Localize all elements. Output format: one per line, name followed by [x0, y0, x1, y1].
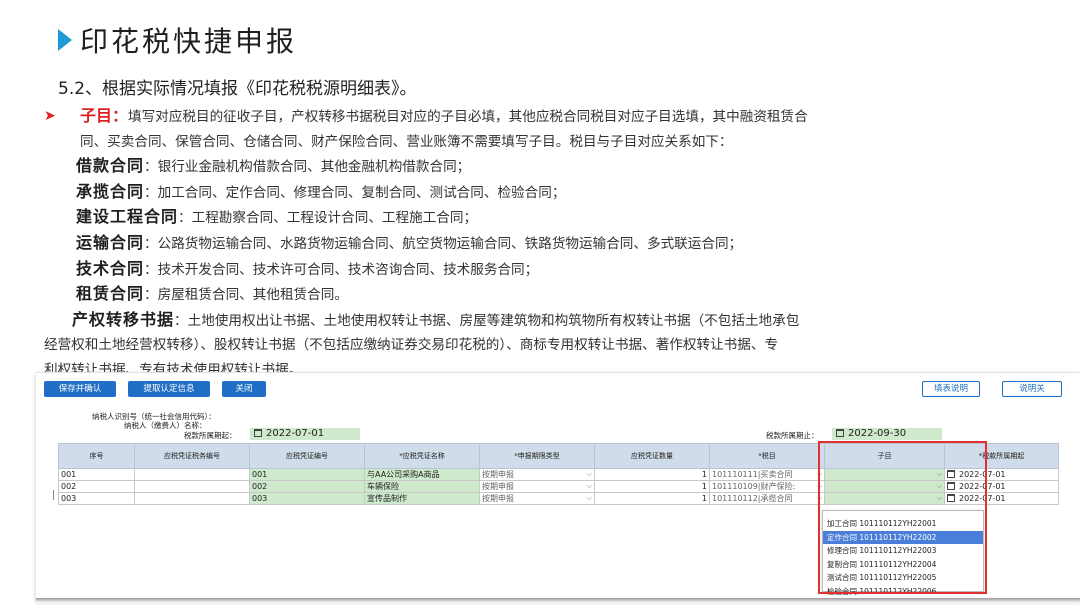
cell-tax-no[interactable] — [134, 492, 250, 505]
triangle-bullet-icon — [58, 29, 72, 51]
arrow-bullet-icon: ➤ — [44, 108, 56, 124]
instruction-text: ➤ 子目：填写对应税目的征收子目，产权转移书据税目对应的子目必填，其他应税合同税… — [44, 104, 1044, 383]
period-start-label: 税款所属期起： — [184, 431, 237, 440]
category-separator: ： — [144, 235, 158, 252]
subitem-paragraph: ➤ 子目：填写对应税目的征收子目，产权转移书据税目对应的子目必填，其他应税合同税… — [44, 104, 1044, 154]
category-separator: ： — [144, 287, 158, 304]
cell-quantity[interactable]: 1 — [594, 468, 710, 481]
cell-tax-item[interactable]: 101110111|买卖合同 ⌵ — [709, 468, 825, 481]
help-button[interactable]: 说明关 — [1002, 381, 1062, 397]
cell-doc-no[interactable]: 003 — [249, 492, 365, 505]
save-confirm-button[interactable]: 保存并确认 — [44, 381, 116, 397]
category-text: 工程勘察合同、工程设计合同、工程施工合同； — [191, 210, 478, 227]
cell-period-type-value: 按期申报 — [482, 494, 514, 503]
period-end-label: 税款所属期止： — [766, 431, 819, 440]
category-separator: ： — [144, 159, 158, 176]
cell-no: 002 — [58, 480, 135, 493]
cell-period-type[interactable]: 按期申报 ⌵ — [479, 468, 595, 481]
transfer-key: 产权转移书据 — [72, 309, 175, 329]
chevron-down-icon[interactable]: ⌵ — [587, 482, 592, 491]
category-key: 技术合同 — [76, 258, 145, 278]
chevron-down-icon[interactable]: ⌵ — [587, 470, 592, 479]
calendar-icon — [836, 429, 844, 437]
subitem-line2: 同、买卖合同、保管合同、仓储合同、财产保险合同、营业账簿不需要填写子目。税目与子… — [80, 133, 733, 150]
category-text: 公路货物运输合同、水路货物运输合同、航空货物运输合同、铁路货物运输合同、多式联运… — [157, 235, 743, 252]
slide-title: 印花税快捷申报 — [80, 25, 298, 58]
category-key: 建设工程合同 — [76, 207, 179, 227]
category-line: 运输合同：公路货物运输合同、水路货物运输合同、航空货物运输合同、铁路货物运输合同… — [44, 231, 1044, 257]
slide-subtitle: 5.2、根据实际情况填报《印花税税源明细表》。 — [58, 79, 417, 99]
period-start-field[interactable]: 2022-07-01 — [250, 428, 360, 440]
cell-no: 001 — [58, 468, 135, 481]
cell-doc-name[interactable]: 车辆保险 — [364, 480, 480, 493]
column-header: *应税凭证名称 — [364, 443, 480, 469]
category-key: 租赁合同 — [76, 284, 145, 304]
slide-title-row: 印花税快捷申报 — [58, 20, 297, 60]
cell-tax-no[interactable] — [134, 468, 250, 481]
transfer-line1: ：土地使用权出让书据、土地使用权转让书据、房屋等建筑物和构筑物所有权转让书据（不… — [174, 312, 800, 329]
cell-tax-item-value: 101110111|买卖合同 — [712, 470, 793, 479]
highlight-frame — [818, 441, 987, 594]
cell-tax-item[interactable]: 101110112|承揽合同 ⌵ — [709, 492, 825, 505]
calendar-icon — [254, 429, 262, 437]
cell-doc-no[interactable]: 001 — [249, 468, 365, 481]
subitem-key: 子目： — [80, 106, 129, 125]
column-header: 应税凭证编号 — [249, 443, 365, 469]
column-header: *申报期限类型 — [479, 443, 595, 469]
cell-period-type-value: 按期申报 — [482, 482, 514, 491]
category-line: 承揽合同：加工合同、定作合同、修理合同、复制合同、测试合同、检验合同； — [44, 180, 1044, 206]
cell-period-type-value: 按期申报 — [482, 470, 514, 479]
cell-tax-item-value: 101110109|财产保险: — [712, 482, 796, 491]
category-line: 技术合同：技术开发合同、技术许可合同、技术咨询合同、技术服务合同； — [44, 257, 1044, 283]
fill-help-button[interactable]: 填表说明 — [922, 381, 980, 397]
cell-quantity[interactable]: 1 — [594, 480, 710, 493]
column-header: 应税凭证数量 — [594, 443, 710, 469]
cell-no: 003 — [58, 492, 135, 505]
cell-tax-item[interactable]: 101110109|财产保险: ⌵ — [709, 480, 825, 493]
column-header: 序号 — [58, 443, 135, 469]
period-start-value: 2022-07-01 — [266, 428, 325, 439]
column-header: *税目 — [709, 443, 825, 469]
category-line: 建设工程合同：工程勘察合同、工程设计合同、工程施工合同； — [44, 205, 1044, 231]
cell-doc-name[interactable]: 宣传品制作 — [364, 492, 480, 505]
period-end-value: 2022-09-30 — [848, 428, 907, 439]
period-end-field[interactable]: 2022-09-30 — [832, 428, 942, 440]
transfer-line2: 经营权和土地经营权转移）、股权转让书据（不包括应缴纳证券交易印花税的）、商标专用… — [44, 337, 779, 354]
category-text: 技术开发合同、技术许可合同、技术咨询合同、技术服务合同； — [157, 261, 539, 278]
category-separator: ： — [144, 184, 158, 201]
category-key: 借款合同 — [76, 156, 145, 176]
tax-form-screenshot: 保存并确认 提取认定信息 关闭 填表说明 说明关 纳税人识别号（统一社会信用代码… — [36, 372, 1080, 600]
category-key: 承揽合同 — [76, 181, 145, 201]
category-text: 加工合同、定作合同、修理合同、复制合同、测试合同、检验合同； — [157, 184, 566, 201]
category-key: 运输合同 — [76, 232, 145, 252]
cell-tax-item-value: 101110112|承揽合同 — [712, 494, 793, 503]
cell-quantity[interactable]: 1 — [594, 492, 710, 505]
category-line: 借款合同：银行业金融机构借款合同、其他金融机构借款合同； — [44, 154, 1044, 180]
cell-period-type[interactable]: 按期申报 ⌵ — [479, 492, 595, 505]
category-text: 银行业金融机构借款合同、其他金融机构借款合同； — [157, 159, 471, 176]
category-separator: ： — [178, 210, 192, 227]
screenshot-shadow — [36, 598, 1080, 603]
cell-doc-no[interactable]: 002 — [249, 480, 365, 493]
category-text: 房屋租赁合同、其他租赁合同。 — [157, 287, 348, 304]
cell-tax-no[interactable] — [134, 480, 250, 493]
category-list: 借款合同：银行业金融机构借款合同、其他金融机构借款合同； 承揽合同：加工合同、定作… — [44, 154, 1044, 308]
fetch-info-button[interactable]: 提取认定信息 — [128, 381, 210, 397]
chevron-down-icon[interactable]: ⌵ — [587, 494, 592, 503]
close-button[interactable]: 关闭 — [222, 381, 266, 397]
row-marker — [53, 490, 54, 500]
column-header: 应税凭证税务编号 — [134, 443, 250, 469]
cell-period-type[interactable]: 按期申报 ⌵ — [479, 480, 595, 493]
category-separator: ： — [144, 261, 158, 278]
cell-doc-name[interactable]: 与AA公司采购A商品 — [364, 468, 480, 481]
category-line: 租赁合同：房屋租赁合同、其他租赁合同。 — [44, 282, 1044, 308]
subitem-line1: 填写对应税目的征收子目，产权转移书据税目对应的子目必填，其他应税合同税目对应子目… — [128, 109, 808, 125]
